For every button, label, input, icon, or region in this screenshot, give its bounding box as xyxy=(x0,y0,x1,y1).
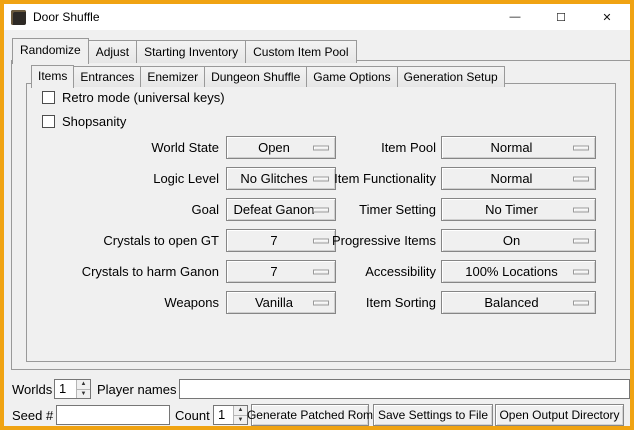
player-names-input[interactable] xyxy=(179,379,630,399)
item-sorting-value: Balanced xyxy=(484,295,538,310)
item-pool-value: Normal xyxy=(491,140,533,155)
app-icon xyxy=(11,10,26,25)
crystals-ganon-value: 7 xyxy=(270,264,277,279)
maximize-button[interactable]: ☐ xyxy=(538,4,584,30)
timer-setting-value: No Timer xyxy=(485,202,538,217)
dropdown-indicator-icon xyxy=(313,269,329,274)
progressive-items-label: Progressive Items xyxy=(329,233,436,248)
accessibility-value: 100% Locations xyxy=(465,264,558,279)
seed-label: Seed # xyxy=(12,408,53,423)
tab-generation-setup[interactable]: Generation Setup xyxy=(397,66,505,87)
shopsanity-checkbox[interactable]: Shopsanity xyxy=(42,114,126,129)
tab-entrances[interactable]: Entrances xyxy=(73,66,141,87)
progressive-items-dropdown[interactable]: On xyxy=(441,229,596,252)
tab-game-options[interactable]: Game Options xyxy=(306,66,397,87)
count-value: 1 xyxy=(214,406,233,424)
crystals-ganon-label: Crystals to harm Ganon xyxy=(32,264,219,279)
tab-dungeon-shuffle[interactable]: Dungeon Shuffle xyxy=(204,66,307,87)
dropdown-indicator-icon xyxy=(313,207,329,212)
window-title: Door Shuffle xyxy=(33,10,100,24)
goal-dropdown[interactable]: Defeat Ganon xyxy=(226,198,336,221)
retro-mode-checkbox-box[interactable] xyxy=(42,91,55,104)
generate-button[interactable]: Generate Patched Rom xyxy=(251,404,369,426)
dropdown-indicator-icon xyxy=(313,238,329,243)
count-decrement-icon[interactable]: ▼ xyxy=(234,415,247,425)
tab-starting-inventory[interactable]: Starting Inventory xyxy=(136,40,246,63)
world-state-value: Open xyxy=(258,140,290,155)
minimize-button[interactable]: — xyxy=(492,4,538,30)
titlebar: Door Shuffle — ☐ ✕ xyxy=(4,4,630,30)
crystals-gt-label: Crystals to open GT xyxy=(32,233,219,248)
dropdown-indicator-icon xyxy=(313,176,329,181)
dropdown-indicator-icon xyxy=(573,145,589,150)
worlds-increment-icon[interactable]: ▲ xyxy=(77,380,90,389)
item-pool-label: Item Pool xyxy=(329,140,436,155)
logic-level-dropdown[interactable]: No Glitches xyxy=(226,167,336,190)
save-settings-button[interactable]: Save Settings to File xyxy=(373,404,493,426)
tab-items[interactable]: Items xyxy=(31,65,74,88)
item-functionality-label: Item Functionality xyxy=(329,171,436,186)
count-spinbox[interactable]: 1 ▲ ▼ xyxy=(213,405,248,425)
timer-setting-label: Timer Setting xyxy=(329,202,436,217)
dropdown-indicator-icon xyxy=(573,176,589,181)
close-button[interactable]: ✕ xyxy=(584,4,630,30)
player-names-label: Player names xyxy=(97,382,176,397)
logic-level-label: Logic Level xyxy=(32,171,219,186)
dropdown-indicator-icon xyxy=(313,145,329,150)
accessibility-dropdown[interactable]: 100% Locations xyxy=(441,260,596,283)
accessibility-label: Accessibility xyxy=(329,264,436,279)
goal-value: Defeat Ganon xyxy=(234,202,315,217)
crystals-gt-value: 7 xyxy=(270,233,277,248)
weapons-label: Weapons xyxy=(32,295,219,310)
item-functionality-dropdown[interactable]: Normal xyxy=(441,167,596,190)
dropdown-indicator-icon xyxy=(573,207,589,212)
worlds-label: Worlds xyxy=(12,382,52,397)
crystals-gt-dropdown[interactable]: 7 xyxy=(226,229,336,252)
worlds-value: 1 xyxy=(55,380,76,398)
window-controls: — ☐ ✕ xyxy=(492,4,630,30)
dropdown-indicator-icon xyxy=(573,269,589,274)
item-sorting-label: Item Sorting xyxy=(329,295,436,310)
item-functionality-value: Normal xyxy=(491,171,533,186)
tab-enemizer[interactable]: Enemizer xyxy=(140,66,205,87)
open-output-button[interactable]: Open Output Directory xyxy=(495,404,624,426)
progressive-items-value: On xyxy=(503,233,520,248)
worlds-spinbox[interactable]: 1 ▲ ▼ xyxy=(54,379,91,399)
dropdown-indicator-icon xyxy=(313,300,329,305)
world-state-label: World State xyxy=(32,140,219,155)
retro-mode-label: Retro mode (universal keys) xyxy=(62,90,225,105)
shopsanity-label: Shopsanity xyxy=(62,114,126,129)
crystals-ganon-dropdown[interactable]: 7 xyxy=(226,260,336,283)
count-label: Count xyxy=(175,408,210,423)
count-increment-icon[interactable]: ▲ xyxy=(234,406,247,415)
sub-tab-bar: Items Entrances Enemizer Dungeon Shuffle… xyxy=(31,64,504,87)
weapons-value: Vanilla xyxy=(255,295,293,310)
goal-label: Goal xyxy=(32,202,219,217)
retro-mode-checkbox[interactable]: Retro mode (universal keys) xyxy=(42,90,225,105)
dropdown-indicator-icon xyxy=(573,238,589,243)
item-pool-dropdown[interactable]: Normal xyxy=(441,136,596,159)
timer-setting-dropdown[interactable]: No Timer xyxy=(441,198,596,221)
tab-custom-item-pool[interactable]: Custom Item Pool xyxy=(245,40,356,63)
app-window: Door Shuffle — ☐ ✕ Randomize Adjust Star… xyxy=(0,0,634,430)
shopsanity-checkbox-box[interactable] xyxy=(42,115,55,128)
weapons-dropdown[interactable]: Vanilla xyxy=(226,291,336,314)
worlds-decrement-icon[interactable]: ▼ xyxy=(77,389,90,399)
dropdown-indicator-icon xyxy=(573,300,589,305)
seed-input[interactable] xyxy=(56,405,170,425)
world-state-dropdown[interactable]: Open xyxy=(226,136,336,159)
main-tab-bar: Randomize Adjust Starting Inventory Cust… xyxy=(12,38,356,63)
tab-adjust[interactable]: Adjust xyxy=(88,40,137,63)
logic-level-value: No Glitches xyxy=(240,171,307,186)
tab-randomize[interactable]: Randomize xyxy=(12,38,89,64)
item-sorting-dropdown[interactable]: Balanced xyxy=(441,291,596,314)
